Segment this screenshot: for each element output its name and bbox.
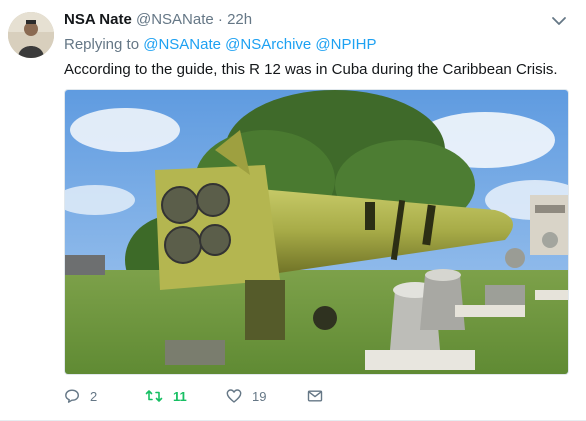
heart-icon [226, 389, 242, 403]
reply-icon [65, 389, 79, 403]
tweet-header: NSA Nate @NSANate · 22h [64, 10, 546, 30]
avatar-image [8, 12, 54, 58]
retweet-button[interactable]: 11 [145, 386, 187, 406]
chevron-down-icon[interactable] [550, 12, 568, 30]
avatar[interactable] [8, 12, 54, 58]
reply-mention-nsarchive[interactable]: @NSArchive [225, 36, 311, 53]
replying-to: Replying to @NSANate @NSArchive @NPIHP [64, 35, 377, 55]
direct-message-button[interactable] [307, 386, 333, 406]
author-name[interactable]: NSA Nate [64, 11, 132, 28]
tweet-actions: 2 11 19 [64, 386, 484, 406]
like-count: 19 [252, 388, 267, 404]
header-separator: · [217, 11, 223, 28]
reply-button[interactable]: 2 [64, 386, 97, 406]
tweet-photo[interactable] [64, 89, 569, 375]
author-handle[interactable]: @NSANate [136, 11, 214, 28]
replying-to-label: Replying to [64, 36, 140, 53]
envelope-icon [307, 390, 323, 402]
retweet-icon [145, 390, 163, 402]
tweet-text: According to the guide, this R 12 was in… [64, 61, 558, 78]
retweet-count: 11 [173, 388, 187, 404]
tweet[interactable]: NSA Nate @NSANate · 22h Replying to @NSA… [0, 0, 586, 421]
reply-mention-nsanate[interactable]: @NSANate [143, 36, 221, 53]
like-button[interactable]: 19 [226, 386, 266, 406]
reply-mention-npihp[interactable]: @NPIHP [315, 36, 376, 53]
timestamp[interactable]: 22h [227, 11, 252, 28]
photo-missile-r12 [65, 90, 568, 374]
reply-count: 2 [90, 388, 98, 404]
